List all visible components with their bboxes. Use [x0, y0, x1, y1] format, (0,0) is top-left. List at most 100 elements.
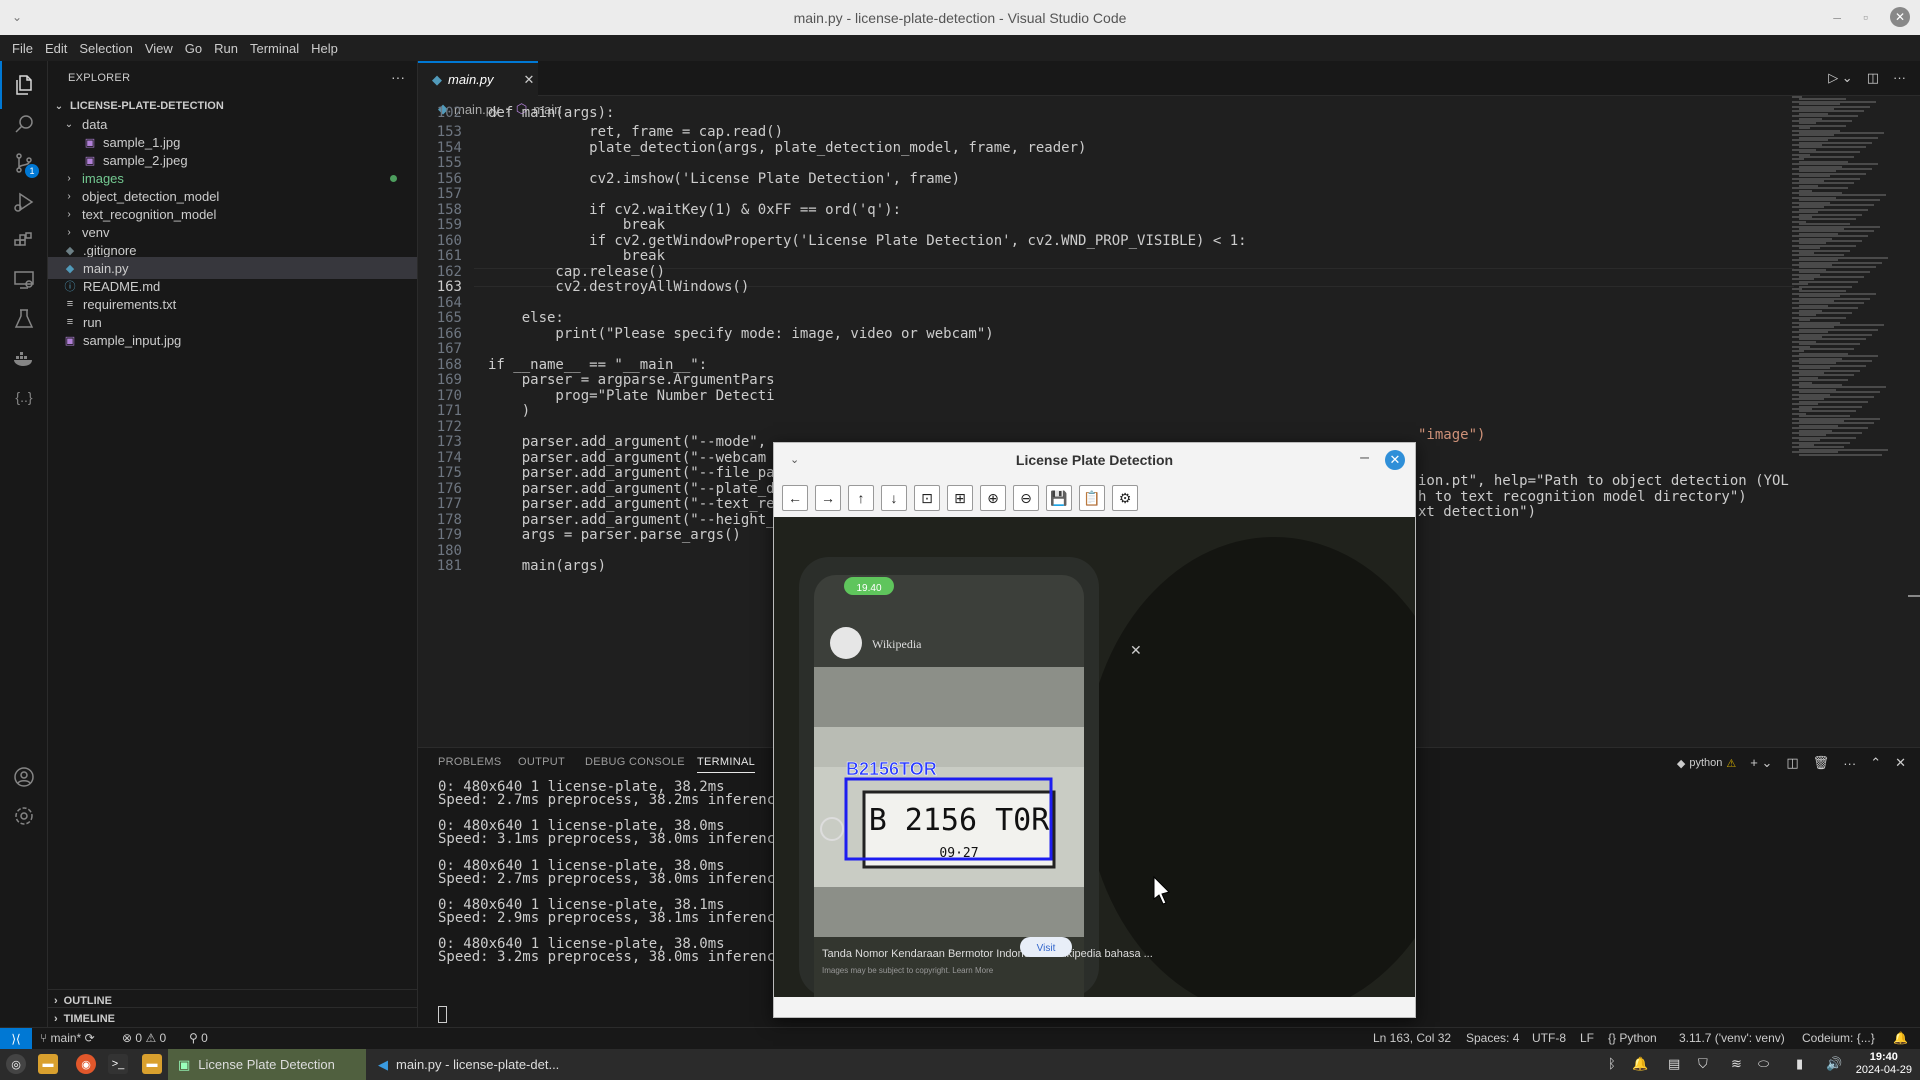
python-interpreter[interactable]: 3.11.7 ('venv': venv) — [1679, 1031, 1785, 1045]
folder-app-icon[interactable]: ▬ — [142, 1054, 162, 1074]
menu-file[interactable]: File — [6, 41, 39, 56]
split-terminal-icon[interactable]: ◫ — [1786, 755, 1798, 771]
minimize-icon[interactable]: – — [1833, 9, 1841, 25]
wifi-icon[interactable]: ≋ — [1731, 1056, 1742, 1072]
tab-output[interactable]: OUTPUT — [518, 756, 565, 768]
start-menu-icon[interactable]: ◎ — [6, 1054, 26, 1074]
intel-icon[interactable]: ⬭ — [1758, 1056, 1769, 1072]
settings-gear-icon[interactable] — [0, 792, 48, 840]
restore-icon[interactable]: ▫ — [1863, 9, 1868, 25]
notification-icon[interactable]: 🔔 — [1632, 1056, 1648, 1072]
branch-indicator[interactable]: ⑂ main* ⟳ — [40, 1031, 95, 1045]
chevron-right-icon: › — [67, 190, 71, 202]
pan-left-icon[interactable]: ← — [782, 485, 808, 511]
minimap[interactable] — [1792, 96, 1912, 736]
chevron-down-icon: ⌄ — [64, 118, 74, 130]
zoom-fit-icon[interactable]: ⊡ — [914, 485, 940, 511]
license-plate-detection-window[interactable]: ⌄ License Plate Detection – ✕ ← → ↑ ↓ ⊡ … — [773, 442, 1416, 1018]
more-actions-icon[interactable]: ··· — [391, 69, 405, 85]
problems-indicator[interactable]: ⊗ 0 ⚠ 0 — [122, 1031, 166, 1045]
timeline-section[interactable]: › TIMELINE — [48, 1007, 417, 1029]
split-editor-icon[interactable]: ◫ — [1867, 70, 1879, 86]
popup-title: License Plate Detection — [1015, 452, 1174, 468]
pan-down-icon[interactable]: ↓ — [881, 485, 907, 511]
zoom-original-icon[interactable]: ⊞ — [947, 485, 973, 511]
chevron-right-icon: › — [67, 208, 71, 220]
clipboard-icon[interactable]: ▤ — [1668, 1056, 1680, 1072]
properties-icon[interactable]: ⚙ — [1112, 485, 1138, 511]
phone-caption: Tanda Nomor Kendaraan Bermotor Indonesia… — [822, 948, 1153, 960]
tree-item-label: .gitignore — [83, 242, 137, 258]
zoom-out-icon[interactable]: ⊖ — [1013, 485, 1039, 511]
cursor-position[interactable]: Ln 163, Col 32 — [1373, 1031, 1451, 1045]
line-number: 181 — [436, 557, 462, 574]
pan-up-icon[interactable]: ↑ — [848, 485, 874, 511]
plate-text: B 2156 T0R — [869, 803, 1051, 838]
branch-icon: ⑂ — [40, 1031, 48, 1045]
minimize-icon[interactable]: – — [1360, 449, 1369, 467]
code-fragment: xt detection") — [1418, 503, 1537, 520]
taskbar-license-plate-window[interactable]: ▣ License Plate Detection — [168, 1049, 366, 1080]
minimap-row — [1799, 453, 1882, 456]
tab-debug-console[interactable]: DEBUG CONSOLE — [585, 756, 685, 768]
volume-icon[interactable]: 🔊 — [1826, 1056, 1842, 1072]
menu-selection[interactable]: Selection — [73, 41, 138, 56]
timeline-label: TIMELINE — [63, 1012, 116, 1025]
menu-edit[interactable]: Edit — [39, 41, 73, 56]
ports-icon: ⚲ — [189, 1031, 198, 1045]
close-tab-icon[interactable]: ✕ — [524, 72, 535, 88]
tree-item-sample-input[interactable]: ▣ sample_input.jpg — [48, 329, 417, 351]
copy-clipboard-icon[interactable]: 📋 — [1079, 485, 1105, 511]
line-number: 102 — [436, 104, 462, 121]
indentation[interactable]: Spaces: 4 — [1466, 1031, 1519, 1045]
close-popup-button[interactable]: ✕ — [1385, 450, 1405, 470]
phone-time: 19.40 — [856, 583, 881, 594]
menu-go[interactable]: Go — [179, 41, 208, 56]
shield-icon[interactable]: ⛉ — [1698, 1056, 1708, 1072]
maximize-panel-icon[interactable]: ⌃ — [1870, 755, 1881, 771]
tab-problems[interactable]: PROBLEMS — [438, 756, 502, 768]
warning-count: 0 — [159, 1031, 167, 1045]
window-menu-icon[interactable]: ⌄ — [12, 10, 22, 24]
menu-view[interactable]: View — [139, 41, 179, 56]
battery-icon[interactable]: ▮ — [1796, 1056, 1803, 1072]
close-panel-icon[interactable]: ✕ — [1895, 755, 1906, 771]
clock[interactable]: 19:40 2024-04-29 — [1856, 1051, 1912, 1077]
kill-terminal-icon[interactable]: 🗑 — [1813, 755, 1830, 771]
menu-run[interactable]: Run — [208, 41, 244, 56]
warning-icon: ⚠ — [145, 1031, 157, 1045]
close-window-button[interactable]: ✕ — [1890, 7, 1910, 27]
encoding[interactable]: UTF-8 — [1532, 1031, 1566, 1045]
remote-indicator-icon[interactable]: ⟩⟨ — [0, 1028, 32, 1050]
codeium-status[interactable]: Codeium: {...} — [1802, 1031, 1875, 1045]
terminal-shell-selector[interactable]: ◆ python ⚠ — [1677, 757, 1736, 770]
tab-main-py[interactable]: ◆ main.py ✕ — [418, 61, 538, 96]
terminal-app-icon[interactable]: >_ — [108, 1054, 128, 1074]
more-actions-icon[interactable]: ··· — [1893, 70, 1906, 86]
tab-terminal[interactable]: TERMINAL — [697, 756, 756, 773]
menu-terminal[interactable]: Terminal — [244, 41, 305, 56]
bluetooth-icon[interactable]: ᛒ — [1608, 1056, 1616, 1071]
code-line[interactable]: 102 def main(args): — [418, 103, 1788, 122]
zoom-in-icon[interactable]: ⊕ — [980, 485, 1006, 511]
save-image-icon[interactable]: 💾 — [1046, 485, 1072, 511]
window-icon: ▣ — [178, 1056, 191, 1072]
files-app-icon[interactable]: ▬ — [38, 1054, 58, 1074]
tree-item-label: requirements.txt — [83, 296, 177, 312]
line-ending[interactable]: LF — [1580, 1031, 1594, 1045]
new-terminal-icon[interactable]: + ⌄ — [1750, 755, 1772, 771]
source-control-badge: 1 — [25, 164, 39, 178]
firefox-icon[interactable]: ◉ — [76, 1054, 96, 1074]
pan-right-icon[interactable]: → — [815, 485, 841, 511]
info-icon: ⓘ — [64, 281, 76, 293]
language-mode[interactable]: {} Python — [1608, 1031, 1657, 1045]
taskbar-vscode-window[interactable]: ◀ main.py - license-plate-det... — [368, 1049, 588, 1080]
json-icon[interactable]: {..} — [0, 373, 48, 421]
ports-indicator[interactable]: ⚲ 0 — [189, 1031, 208, 1045]
more-actions-icon[interactable]: ··· — [1843, 756, 1856, 771]
run-file-icon[interactable]: ▷ ⌄ — [1828, 70, 1853, 86]
scrollbar-marker[interactable] — [1908, 595, 1920, 597]
phone-visit-button: Visit — [1037, 943, 1056, 954]
notifications-bell-icon[interactable]: 🔔 — [1893, 1031, 1908, 1045]
menu-help[interactable]: Help — [305, 41, 344, 56]
